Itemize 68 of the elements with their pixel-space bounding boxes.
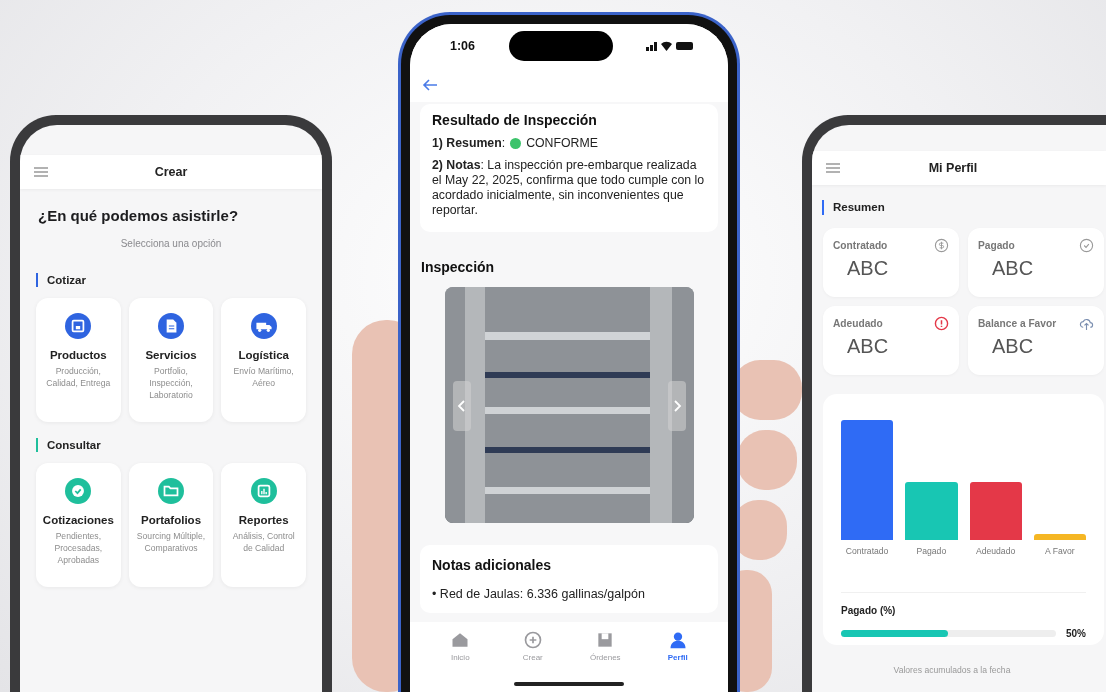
progress-reading: 50% <box>1066 628 1086 639</box>
dollar-icon <box>934 238 949 253</box>
menu-icon[interactable] <box>826 163 840 173</box>
option-description: Análisis, Control de Calidad <box>231 530 296 554</box>
option-title: Productos <box>49 349 107 361</box>
option-card[interactable]: Productos Producción, Calidad, Entrega <box>36 298 121 422</box>
summary-label: Pagado <box>978 240 1015 251</box>
summary-value: ABC <box>992 335 1035 358</box>
cloud-upload-icon <box>1079 316 1094 331</box>
progress-label: Pagado (%) <box>841 605 897 616</box>
option-title: Cotizaciones <box>42 514 114 526</box>
option-description: Envío Marítimo, Aéreo <box>232 365 295 389</box>
screen-title: Crear <box>153 165 189 179</box>
bar-label: A Favor <box>1045 546 1075 556</box>
chevron-left-icon <box>457 400 465 412</box>
screen-title: Mi Perfil <box>927 161 979 175</box>
section-title: Inspección <box>421 259 496 275</box>
option-title: Servicios <box>145 349 197 361</box>
plus-icon <box>522 630 543 650</box>
summary-value: CONFORME <box>526 136 598 151</box>
option-description: Portfolio, Inspección, Laboratorio <box>148 365 194 401</box>
option-title: Logística <box>238 349 289 361</box>
subtitle: Selecciona una opción <box>119 238 223 249</box>
heading: ¿En qué podemos asistirle? <box>38 207 240 224</box>
note-item: • Red de Jaulas: 6.336 gallinas/galpón <box>432 587 646 601</box>
footer-note: Valores acumulados a la fecha <box>892 665 1012 675</box>
menu-icon[interactable] <box>34 167 48 177</box>
folder-icon <box>158 478 184 504</box>
summary-value: ABC <box>992 257 1035 280</box>
chart-icon <box>250 478 277 504</box>
notes-paragraph: 2) Notas: La inspección pre-embarque realizada el May 22, 2025, confirma que todo cumple con lo acordado inicialmente, sin inconvenientes que reportar. <box>432 158 706 218</box>
summary-value: ABC <box>847 257 890 280</box>
box-icon <box>65 313 92 339</box>
section-title: Resumen <box>822 200 1106 215</box>
summary-label: Contratado <box>833 240 888 251</box>
summary-label: 1) Resumen: <box>432 136 506 151</box>
back-arrow-icon[interactable] <box>422 78 438 92</box>
option-description: Pendientes, Procesadas, Aprobadas <box>53 530 104 566</box>
document-icon <box>158 313 184 339</box>
option-card[interactable]: Portafolios Sourcing Múltiple, Comparativos <box>128 463 214 587</box>
status-time: 1:06 <box>450 39 476 53</box>
bar-label: Pagado <box>916 546 947 556</box>
option-description: Sourcing Múltiple, Comparativos <box>136 530 206 554</box>
chevron-right-icon <box>674 400 682 412</box>
check-icon <box>65 478 92 504</box>
bar-label: Contratado <box>845 546 889 556</box>
bar-label: Adeudado <box>976 546 1016 556</box>
previous-button[interactable] <box>453 381 471 431</box>
nav-tab[interactable]: Perfil <box>641 622 714 692</box>
option-card[interactable]: Logística Envío Marítimo, Aéreo <box>221 298 306 422</box>
summary-label: Adeudado <box>833 318 883 329</box>
option-card[interactable]: Servicios Portfolio, Inspección, Laboratorio <box>128 298 214 422</box>
section-title: Cotizar <box>36 273 306 287</box>
next-button[interactable] <box>668 381 686 431</box>
section-title: Consultar <box>36 438 306 452</box>
check-circle-icon <box>1079 238 1094 253</box>
option-card[interactable]: Reportes Análisis, Control de Calidad <box>221 463 306 587</box>
option-card[interactable]: Cotizaciones Pendientes, Procesadas, Aprobadas <box>36 463 121 587</box>
card-title: Notas adicionales <box>432 557 553 573</box>
truck-icon <box>250 313 277 339</box>
option-title: Portafolios <box>140 514 202 526</box>
option-description: Producción, Calidad, Entrega <box>45 365 112 389</box>
status-icons <box>646 40 694 52</box>
alert-icon <box>934 316 949 331</box>
summary-value: ABC <box>847 335 890 358</box>
card-title: Resultado de Inspección <box>432 112 598 128</box>
option-title: Reportes <box>238 514 289 526</box>
summary-label: Balance a Favor <box>978 318 1057 329</box>
